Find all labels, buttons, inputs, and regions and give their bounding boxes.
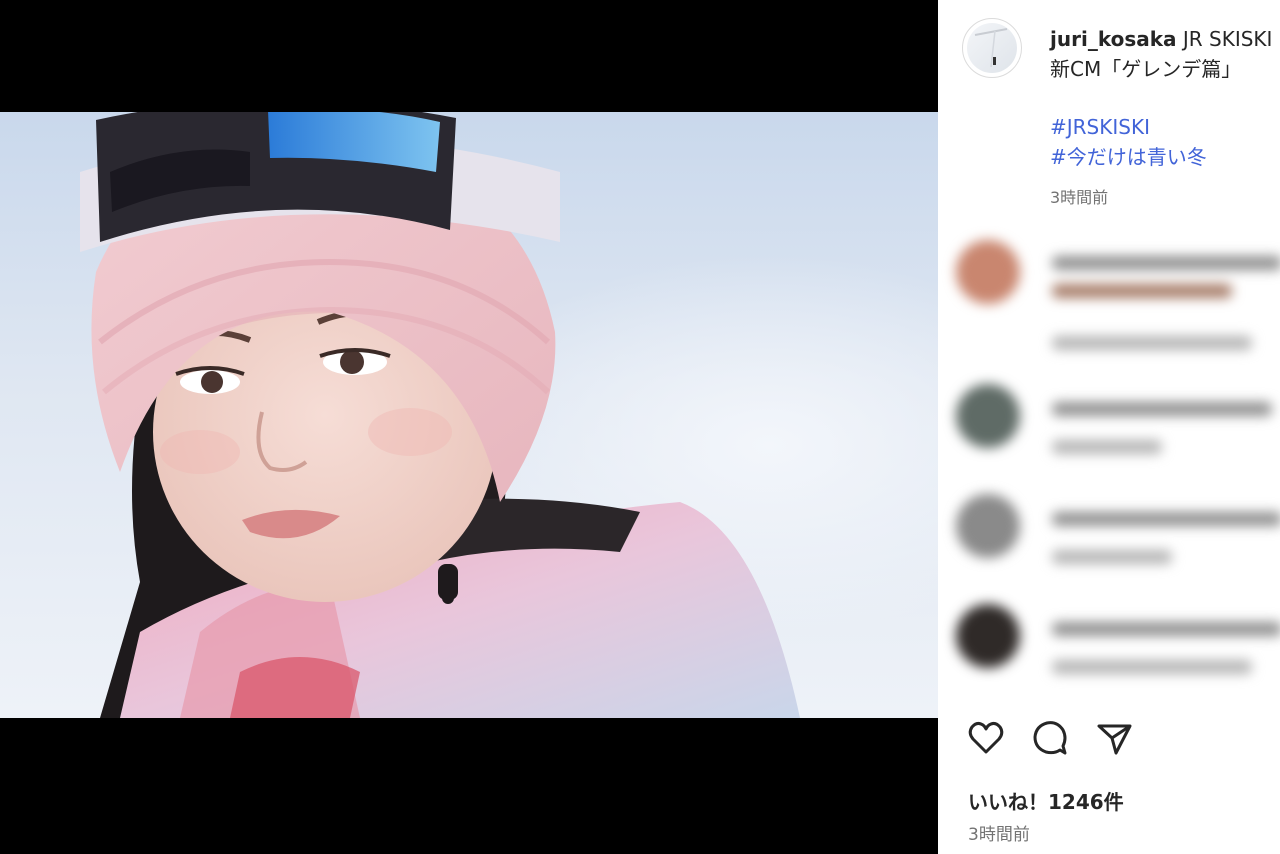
video-player[interactable] [0,0,938,854]
author-avatar[interactable] [962,18,1022,78]
avatar [956,384,1020,448]
comment-list-blurred [956,228,1280,694]
caption-text: JR SKISKI [1182,27,1273,51]
heart-icon [966,721,1006,762]
author-username[interactable]: juri_kosaka [1050,27,1177,51]
hashtag-list: #JRSKISKI #今だけは青い冬 [1050,112,1207,172]
video-still-illustration [80,112,800,718]
like-count[interactable]: いいね！1246件 [968,786,1124,815]
avatar [956,240,1020,304]
hashtag-link[interactable]: #JRSKISKI [1050,112,1207,142]
post-caption: juri_kosaka JR SKISKI 新CM「ゲレンデ篇」 [1050,24,1280,84]
post-side-panel: juri_kosaka JR SKISKI 新CM「ゲレンデ篇」 #JRSKIS… [938,0,1280,854]
avatar [956,604,1020,668]
hashtag-link[interactable]: #今だけは青い冬 [1050,142,1207,172]
caption-timestamp: 3時間前 [1050,188,1109,207]
share-button[interactable] [1094,718,1134,758]
comment-button[interactable] [1030,718,1070,758]
like-button[interactable] [966,718,1006,758]
video-frame[interactable] [0,112,938,718]
caption-line-2: 新CM「ゲレンデ篇」 [1050,57,1242,81]
send-paper-plane-icon [1094,724,1134,762]
avatar [956,494,1020,558]
post-timestamp: 3時間前 [968,825,1030,845]
comment-bubble-icon [1030,721,1070,762]
